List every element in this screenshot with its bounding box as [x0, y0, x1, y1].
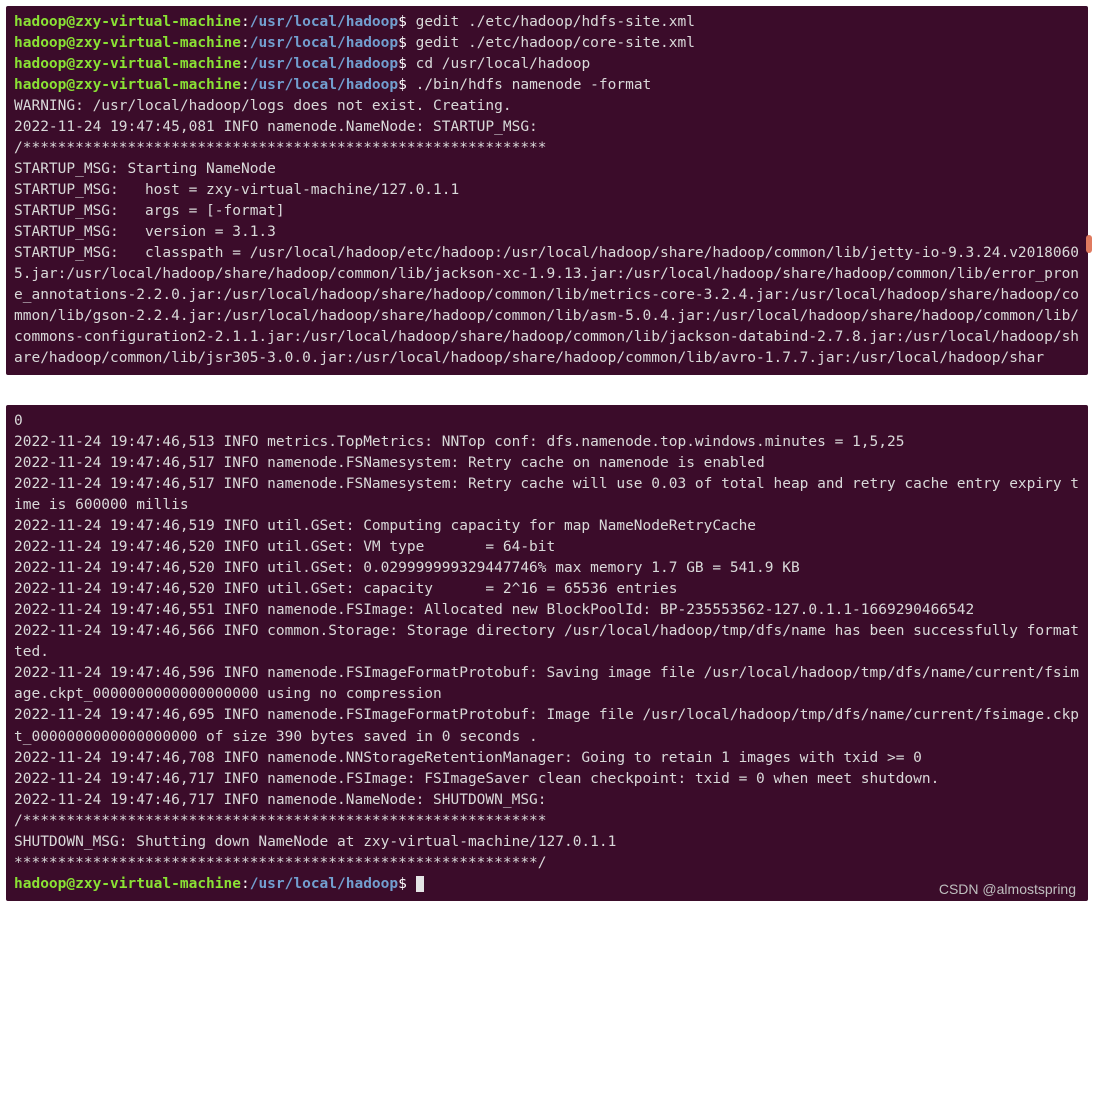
prompt-path: /usr/local/hadoop	[250, 876, 398, 892]
prompt-user: hadoop@zxy-virtual-machine	[14, 876, 241, 892]
prompt-user: hadoop@zxy-virtual-machine	[14, 14, 241, 30]
prompt-user: hadoop@zxy-virtual-machine	[14, 35, 241, 51]
prompt-user: hadoop@zxy-virtual-machine	[14, 77, 241, 93]
prompt-sep: :	[241, 876, 250, 892]
scrollbar[interactable]	[1086, 6, 1092, 375]
prompt-sep: :	[241, 35, 250, 51]
prompt-path: /usr/local/hadoop	[250, 56, 398, 72]
output-bottom: 0 2022-11-24 19:47:46,513 INFO metrics.T…	[14, 413, 1079, 870]
prompt-suffix: $	[398, 35, 407, 51]
terminal-bottom[interactable]: 0 2022-11-24 19:47:46,513 INFO metrics.T…	[6, 405, 1088, 900]
prompt-path: /usr/local/hadoop	[250, 14, 398, 30]
output-top: WARNING: /usr/local/hadoop/logs does not…	[14, 98, 1079, 366]
prompt-sep: :	[241, 77, 250, 93]
prompt-suffix: $	[398, 14, 407, 30]
terminal-top[interactable]: hadoop@zxy-virtual-machine:/usr/local/ha…	[6, 6, 1088, 375]
prompt-user: hadoop@zxy-virtual-machine	[14, 56, 241, 72]
command-2: gedit ./etc/hadoop/core-site.xml	[407, 35, 695, 51]
prompt-sep: :	[241, 14, 250, 30]
prompt-suffix: $	[398, 56, 407, 72]
prompt-path: /usr/local/hadoop	[250, 77, 398, 93]
command-4: ./bin/hdfs namenode -format	[407, 77, 651, 93]
prompt-suffix: $	[398, 77, 407, 93]
command-3: cd /usr/local/hadoop	[407, 56, 590, 72]
scroll-thumb[interactable]	[1086, 235, 1092, 253]
cursor	[416, 876, 424, 892]
prompt-suffix: $	[398, 876, 407, 892]
prompt-path: /usr/local/hadoop	[250, 35, 398, 51]
prompt-sep: :	[241, 56, 250, 72]
command-1: gedit ./etc/hadoop/hdfs-site.xml	[407, 14, 695, 30]
